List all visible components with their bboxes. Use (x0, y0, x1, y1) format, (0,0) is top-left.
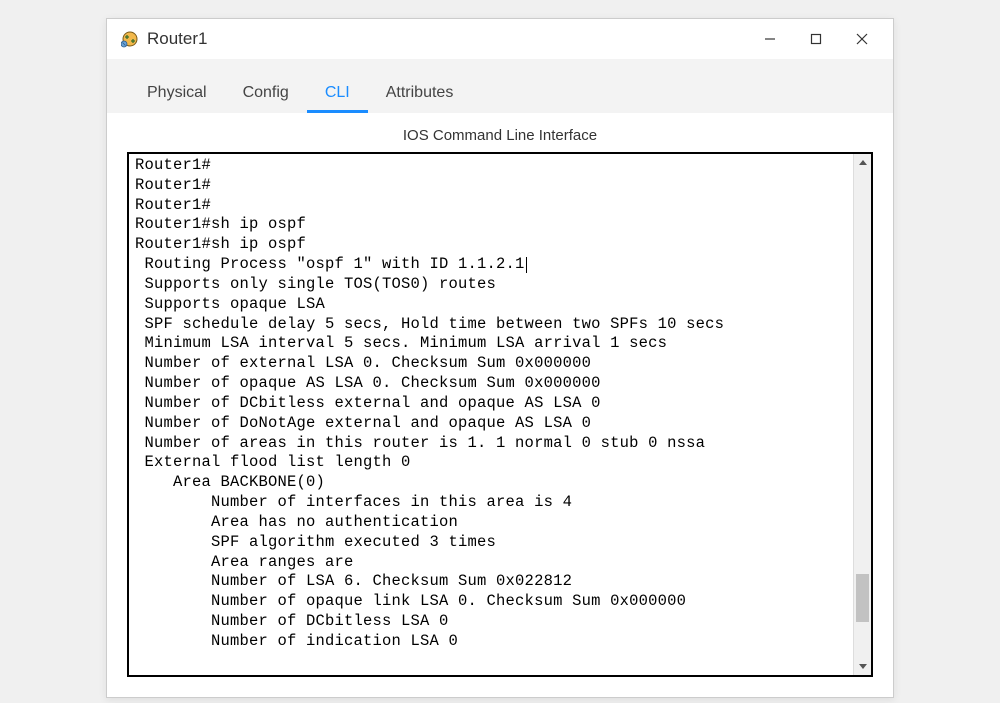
minimize-button[interactable] (747, 22, 793, 56)
tab-physical[interactable]: Physical (129, 76, 225, 113)
scroll-up-icon[interactable] (854, 154, 871, 172)
router-icon (121, 30, 139, 48)
scroll-thumb[interactable] (856, 574, 869, 622)
panel-subtitle: IOS Command Line Interface (107, 113, 893, 152)
tab-bar: Physical Config CLI Attributes (107, 73, 893, 113)
maximize-button[interactable] (793, 22, 839, 56)
terminal-container: Router1# Router1# Router1# Router1#sh ip… (107, 152, 893, 697)
titlebar: Router1 (107, 19, 893, 59)
router-config-window: Router1 Physical Config CLI Attributes I… (106, 18, 894, 698)
cli-terminal[interactable]: Router1# Router1# Router1# Router1#sh ip… (129, 154, 853, 675)
tab-cli[interactable]: CLI (307, 76, 368, 113)
terminal-scrollbar[interactable] (853, 154, 871, 675)
close-button[interactable] (839, 22, 885, 56)
terminal-frame: Router1# Router1# Router1# Router1#sh ip… (127, 152, 873, 677)
window-controls (747, 22, 885, 56)
tab-config[interactable]: Config (225, 76, 307, 113)
tab-attributes[interactable]: Attributes (368, 76, 472, 113)
toolbar-area: Physical Config CLI Attributes (107, 59, 893, 113)
window-title: Router1 (147, 29, 747, 49)
scroll-down-icon[interactable] (854, 657, 871, 675)
